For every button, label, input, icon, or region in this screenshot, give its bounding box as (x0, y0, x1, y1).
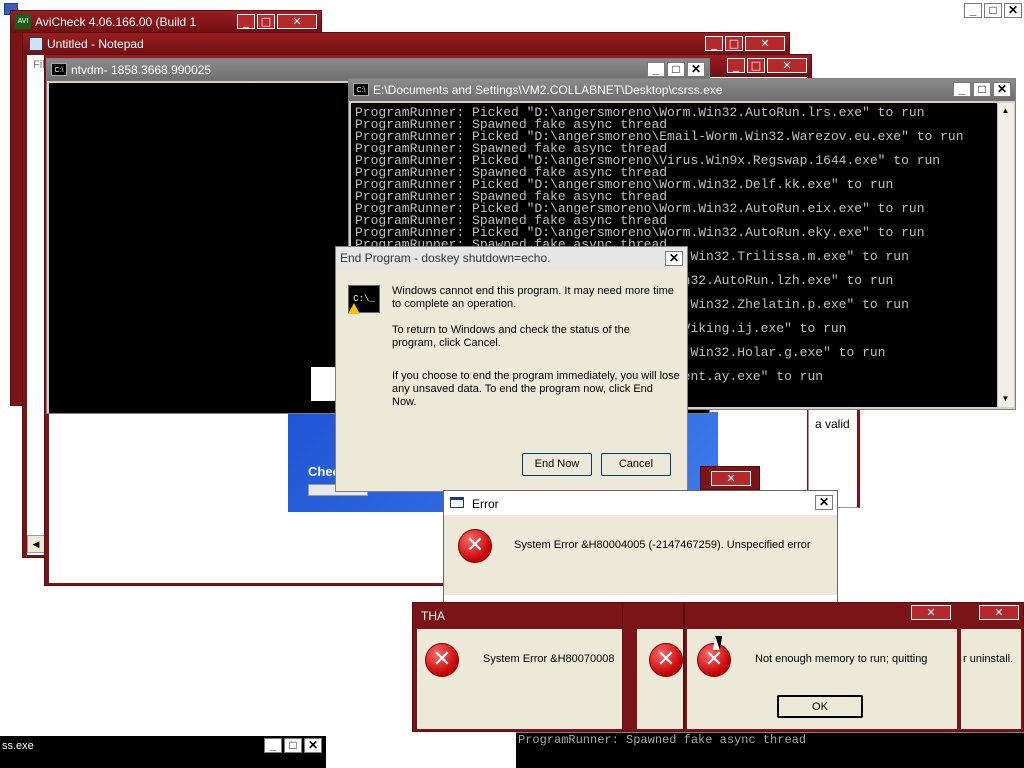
bottom-error-window-right: ✕ ✕ ✕ Not enough memory to run; quitting… (684, 602, 1024, 732)
close-button[interactable]: ✕ (815, 495, 833, 510)
background-window-b-controls: _ □ ✕ (727, 58, 807, 73)
avicheck-title: AviCheck 4.06.166.00 (Build 1 (35, 15, 197, 29)
bottom-error-window-mid: ✕ (622, 602, 684, 732)
error-dialog: Error ✕ ✕ System Error &H80004005 (-2147… (443, 490, 838, 620)
message-line: Now. (392, 396, 417, 408)
csrss-titlebar: E:\Documents and Settings\VM2.COLLABNET\… (349, 79, 1015, 101)
ntvdm-title: ntvdm- 1858.3668.990025 (71, 63, 212, 77)
error-titlebar: Error ✕ (444, 491, 837, 515)
error-icon: ✕ (458, 529, 492, 563)
maximize-button[interactable]: □ (984, 3, 1002, 18)
bottom-error-left-body: ✕ System Error &H80070008 (417, 629, 635, 729)
message-line: If you choose to end the program immedia… (392, 370, 680, 382)
end-program-title: End Program - doskey shutdown=echo. (340, 251, 551, 265)
maximize-button[interactable]: □ (747, 58, 765, 73)
minimize-button[interactable]: _ (953, 82, 971, 97)
system-error-message: System Error &H80070008 (483, 653, 615, 665)
cancel-button[interactable]: Cancel (601, 453, 671, 476)
minimize-button[interactable]: _ (705, 36, 723, 51)
end-program-message: Windows cannot end this program. It may … (392, 285, 682, 409)
small-red-window: ✕ (700, 466, 760, 490)
close-button[interactable]: ✕ (993, 82, 1011, 97)
close-button[interactable]: ✕ (911, 605, 951, 620)
window-icon (450, 497, 464, 508)
message-line: any unsaved data. To end the program now… (392, 383, 653, 395)
maximize-button[interactable]: □ (257, 14, 275, 29)
end-program-dialog: End Program - doskey shutdown=echo. ✕ C:… (335, 246, 688, 492)
maximize-button[interactable]: □ (725, 36, 743, 51)
ok-button[interactable]: OK (777, 695, 863, 718)
message-line: to complete an operation. (392, 298, 517, 310)
minimize-button[interactable]: _ (727, 58, 745, 73)
csrss-controls: _ □ ✕ (953, 82, 1011, 97)
maximize-button[interactable]: □ (667, 62, 685, 77)
avicheck-controls: _ □ ✕ (237, 14, 317, 29)
maximize-button[interactable]: □ (284, 738, 302, 753)
csrss-title: E:\Documents and Settings\VM2.COLLABNET\… (373, 83, 723, 97)
bottom-left-console-window: ss.exe _ □ ✕ (0, 736, 326, 768)
uninstall-fragment: r uninstall. (961, 629, 1021, 729)
top-right-controls: _ □ ✕ (964, 3, 1022, 18)
bottom-error-right-body: ✕ Not enough memory to run; quitting OK (687, 629, 957, 729)
scroll-down-arrow-icon[interactable]: ▼ (998, 391, 1013, 407)
notepad-icon (29, 37, 43, 51)
error-icon: ✕ (649, 643, 683, 677)
console-icon: C:\ (353, 83, 369, 96)
ntvdm-controls: _ □ ✕ (647, 62, 705, 77)
notepad-title: Untitled - Notepad (47, 37, 144, 51)
minimize-button[interactable]: _ (647, 62, 665, 77)
bottom-left-title: ss.exe (2, 740, 34, 752)
csrss-scrollbar[interactable]: ▲ ▼ (997, 103, 1014, 407)
avi-icon: AVI (15, 14, 31, 29)
error-body: ✕ System Error &H80004005 (-2147467259).… (444, 515, 837, 595)
notepad-titlebar: Untitled - Notepad (23, 33, 789, 55)
scroll-up-arrow-icon[interactable]: ▲ (998, 103, 1013, 119)
close-button[interactable]: ✕ (665, 251, 683, 266)
notepad-menu-file[interactable]: Fil (33, 59, 45, 71)
minimize-button[interactable]: _ (264, 738, 282, 753)
maximize-button[interactable]: □ (973, 82, 991, 97)
end-now-button[interactable]: End Now (522, 453, 592, 476)
close-button[interactable]: ✕ (979, 605, 1019, 620)
close-button[interactable]: ✕ (767, 58, 807, 73)
close-button[interactable]: ✕ (687, 62, 705, 77)
valid-text: a valid (815, 417, 850, 431)
close-button[interactable]: ✕ (277, 14, 317, 29)
notepad-hscroll-left[interactable]: ◀ (27, 535, 45, 553)
minimize-button[interactable]: _ (964, 3, 982, 18)
bottom-right-console-window: ProgramRunner: Spawned fake async thread (516, 732, 1024, 768)
close-button[interactable]: ✕ (745, 36, 785, 51)
minimize-button[interactable]: _ (237, 14, 255, 29)
message-line: To return to Windows and check the statu… (392, 324, 630, 336)
uninstall-text: r uninstall. (963, 653, 1014, 665)
bottom-left-controls: _ □ ✕ (264, 738, 322, 753)
error-icon: ✕ (425, 643, 459, 677)
bottom-error-mid-body: ✕ (637, 629, 683, 729)
close-button[interactable]: ✕ (304, 738, 322, 753)
bottom-error-window-left: THA ✕ System Error &H80070008 (412, 602, 638, 732)
memory-error-message: Not enough memory to run; quitting (755, 653, 928, 665)
error-title: Error (472, 497, 499, 511)
tha-title: THA (421, 609, 445, 623)
message-line: Windows cannot end this program. It may … (392, 285, 674, 297)
message-line: program, click Cancel. (392, 337, 501, 349)
console-icon: C:\ (51, 63, 67, 76)
warning-icon (348, 303, 360, 314)
close-button[interactable]: ✕ (1004, 3, 1022, 18)
bottom-right-console-line: ProgramRunner: Spawned fake async thread (518, 733, 807, 747)
error-message: System Error &H80004005 (-2147467259). U… (514, 539, 811, 551)
close-button[interactable]: ✕ (711, 471, 751, 486)
notepad-controls: _ □ ✕ (705, 36, 785, 51)
end-program-titlebar: End Program - doskey shutdown=echo. (336, 247, 687, 269)
